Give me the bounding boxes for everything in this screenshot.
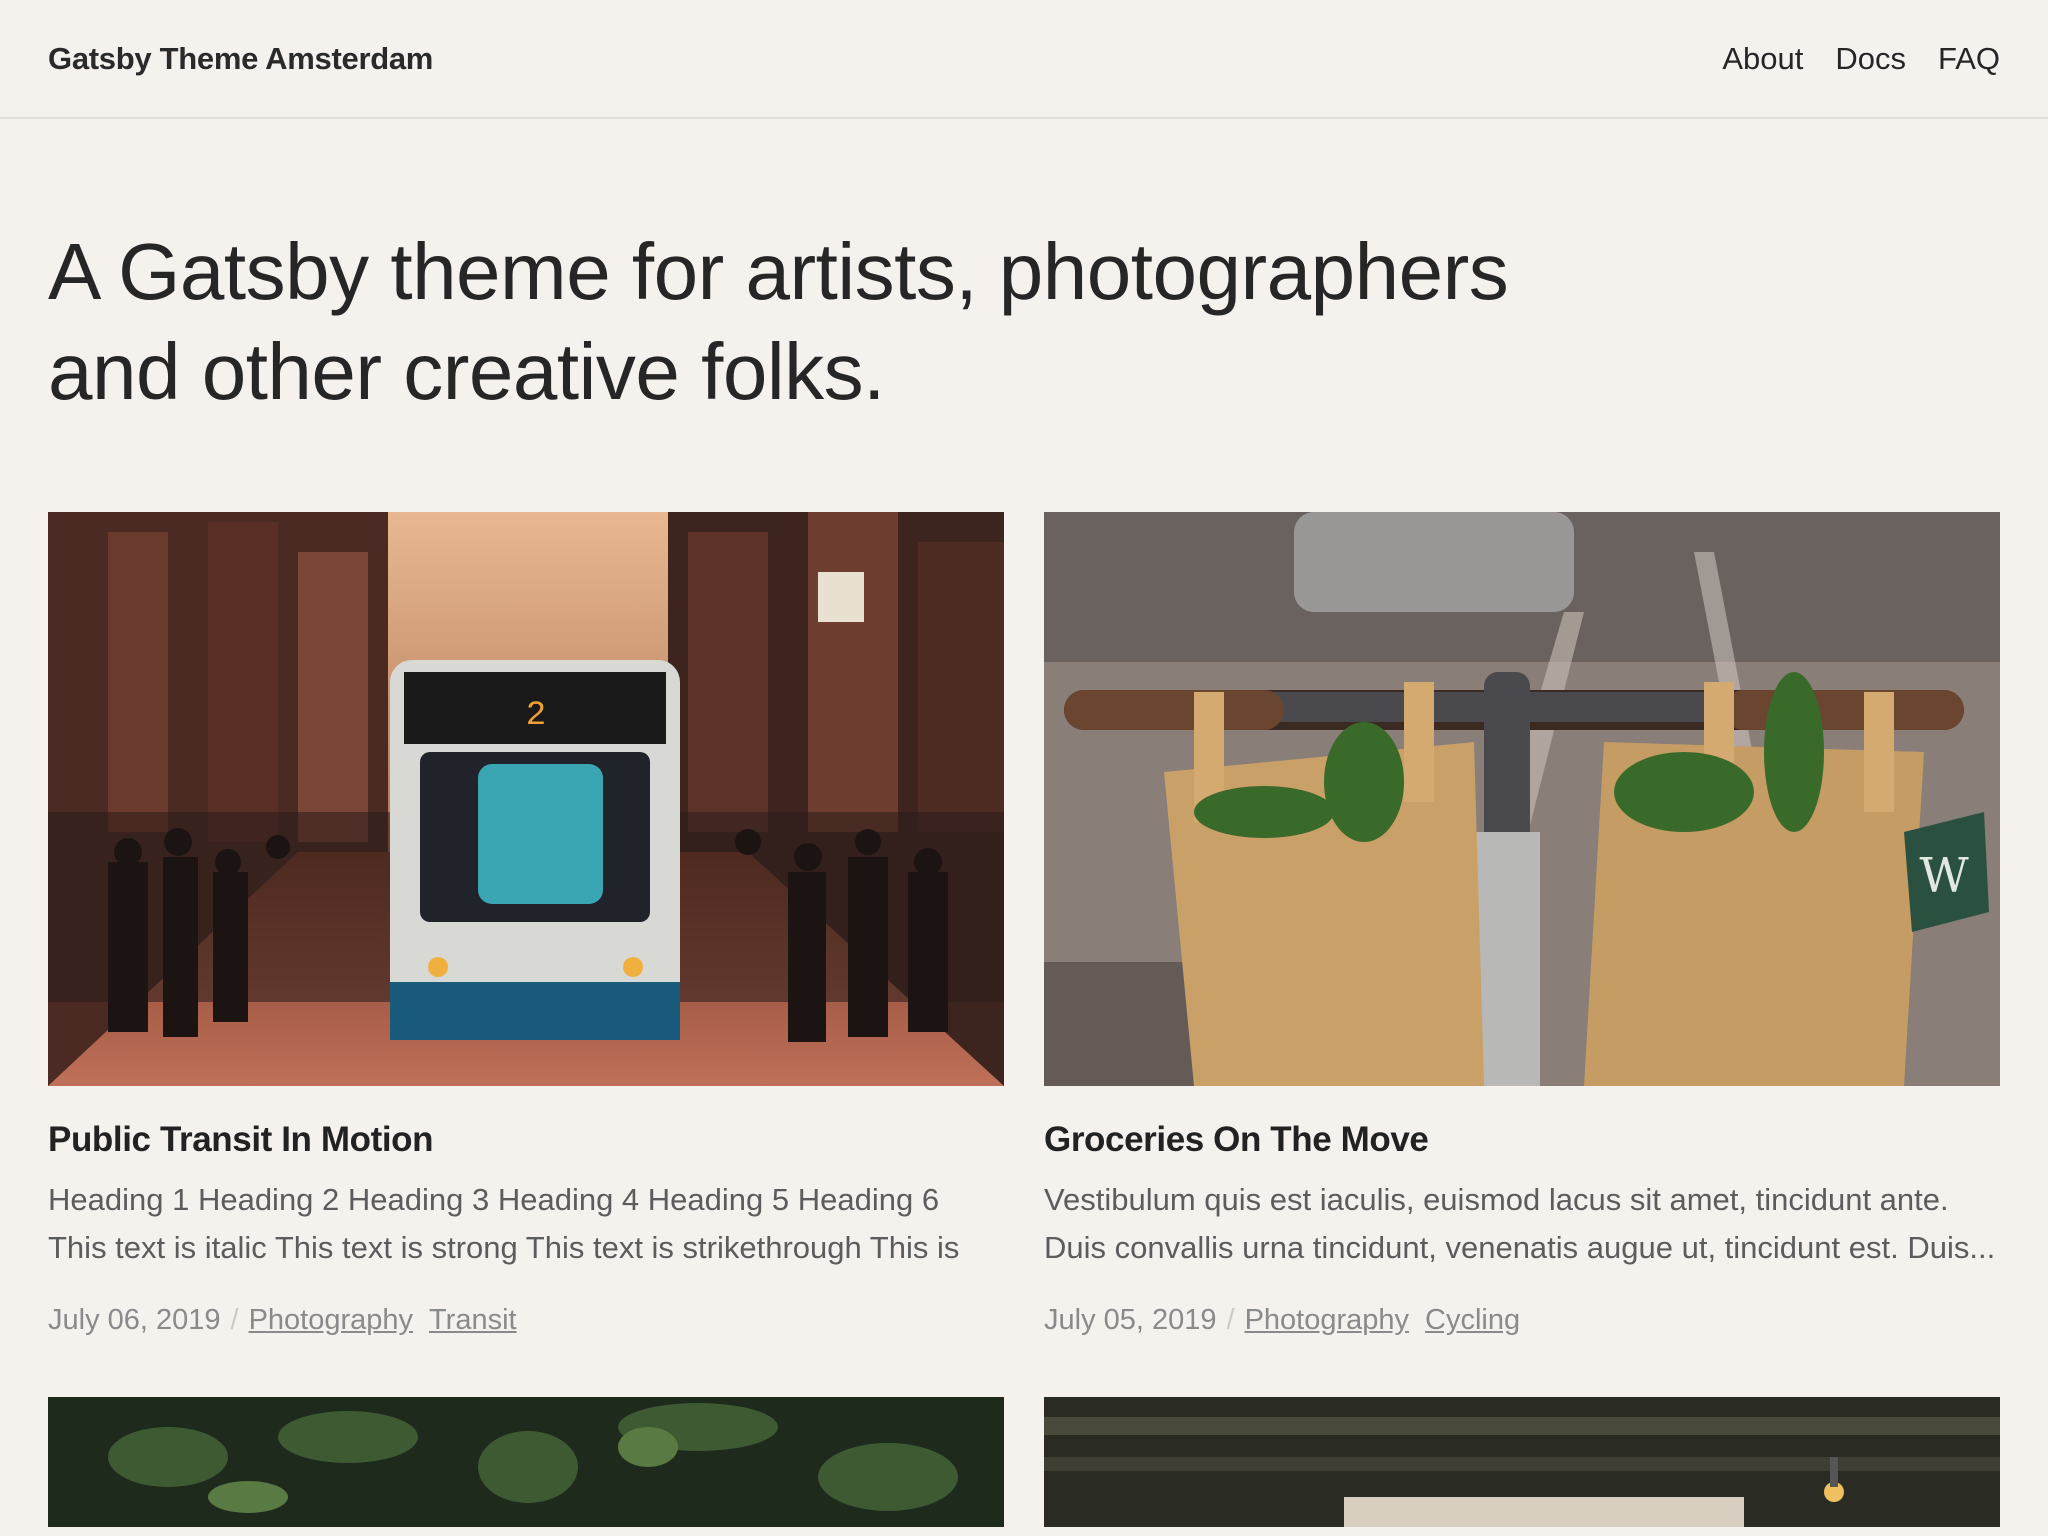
tag-link[interactable]: Transit bbox=[429, 1304, 517, 1337]
nav-about-link[interactable]: About bbox=[1722, 41, 1803, 77]
post-image-link[interactable]: 2 bbox=[48, 512, 1004, 1086]
hero-heading: A Gatsby theme for artists, photographer… bbox=[48, 222, 1608, 422]
post-image-link[interactable] bbox=[48, 1397, 1004, 1527]
nav-docs-link[interactable]: Docs bbox=[1835, 41, 1906, 77]
post-date: July 05, 2019 bbox=[1044, 1304, 1217, 1336]
post-excerpt: Vestibulum quis est iaculis, euismod lac… bbox=[1044, 1182, 1996, 1265]
post-card bbox=[48, 1397, 1004, 1527]
tag-link[interactable]: Photography bbox=[1245, 1304, 1409, 1337]
post-card: W Groceries On The Move Vestibulum quis … bbox=[1044, 512, 2000, 1337]
post-image-link[interactable] bbox=[1044, 1397, 2000, 1527]
post-card bbox=[1044, 1397, 2000, 1527]
post-grid: 2 Public Transit In Motion Heading 1 Hea… bbox=[48, 512, 2000, 1527]
post-excerpt: Heading 1 Heading 2 Heading 3 Heading 4 … bbox=[48, 1182, 960, 1265]
post-image-link[interactable]: W bbox=[1044, 512, 2000, 1086]
post-date: July 06, 2019 bbox=[48, 1304, 221, 1336]
tag-link[interactable]: Photography bbox=[249, 1304, 413, 1337]
tag-link[interactable]: Cycling bbox=[1425, 1304, 1520, 1337]
post-title[interactable]: Public Transit In Motion bbox=[48, 1120, 1004, 1160]
meta-separator: / bbox=[1226, 1304, 1235, 1336]
interior-ceiling-photo bbox=[1044, 1397, 2000, 1527]
site-header: Gatsby Theme Amsterdam About Docs FAQ bbox=[0, 0, 2048, 119]
post-title[interactable]: Groceries On The Move bbox=[1044, 1120, 2000, 1160]
main-nav: About Docs FAQ bbox=[1722, 41, 2000, 77]
post-meta: July 05, 2019 / Photography Cycling bbox=[1044, 1304, 2000, 1337]
tram-street-photo: 2 bbox=[48, 512, 1004, 1086]
foliage-photo bbox=[48, 1397, 1004, 1527]
hero-line-1: A Gatsby theme for artists, photographer… bbox=[48, 227, 1509, 316]
svg-text:2: 2 bbox=[526, 697, 546, 735]
nav-faq-link[interactable]: FAQ bbox=[1938, 41, 2000, 77]
post-card: 2 Public Transit In Motion Heading 1 Hea… bbox=[48, 512, 1004, 1337]
hero-line-2: and other creative folks. bbox=[48, 327, 885, 416]
bicycle-grocery-bags-photo: W bbox=[1044, 512, 2000, 1086]
meta-separator: / bbox=[230, 1304, 239, 1336]
post-meta: July 06, 2019 / Photography Transit bbox=[48, 1304, 1004, 1337]
svg-text:W: W bbox=[1919, 848, 1969, 904]
site-title-link[interactable]: Gatsby Theme Amsterdam bbox=[48, 41, 433, 77]
